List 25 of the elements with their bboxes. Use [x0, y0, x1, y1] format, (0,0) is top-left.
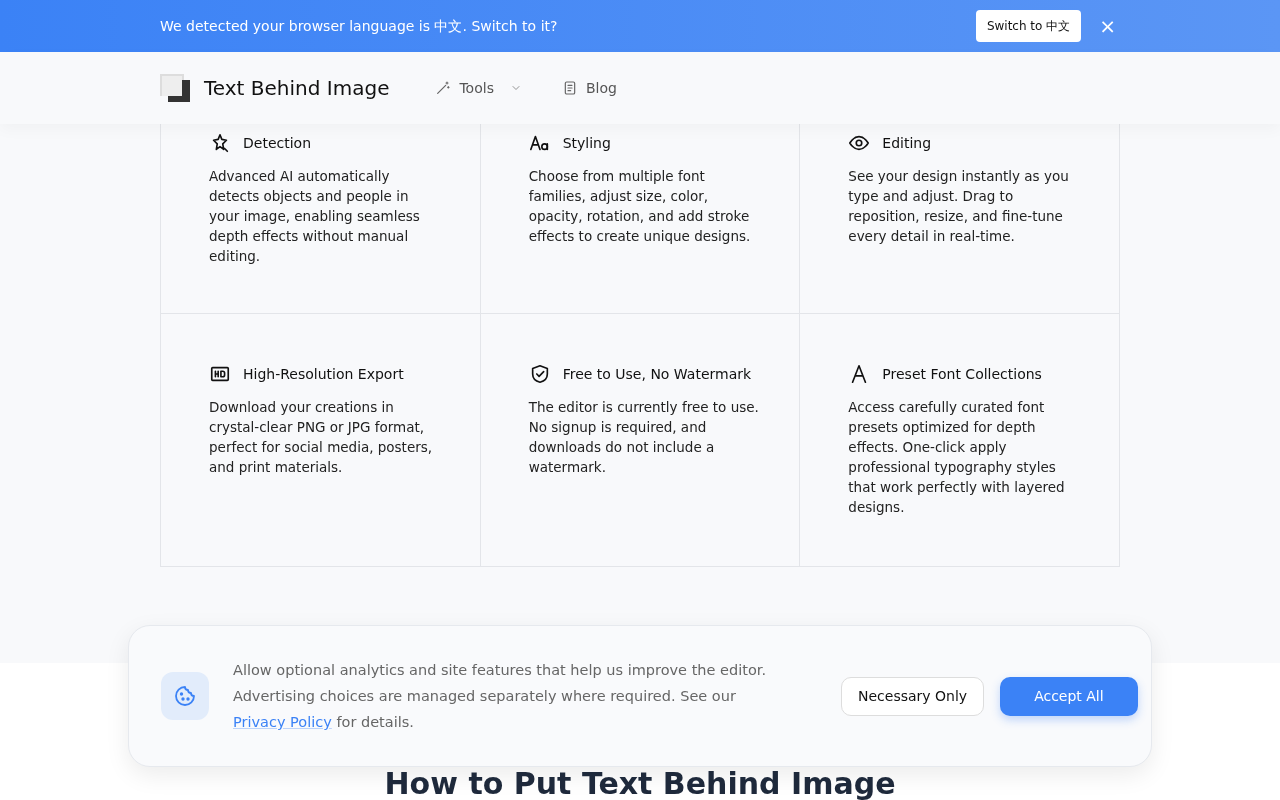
- cookie-icon: [173, 684, 197, 708]
- banner-message: We detected your browser language is 中文. Switch to it?: [160, 16, 559, 36]
- feature-description: Access carefully curated font presets optimized for depth effects. One-click apply professional typography styles that work perfectly with layered designs.: [848, 398, 1066, 517]
- feature-description: See your design instantly as you type and adjust. Drag to reposition, resize, and fine-tune every detail in real-time.: [848, 167, 1070, 246]
- accept-all-button[interactable]: Accept All: [1000, 676, 1138, 716]
- switch-language-button[interactable]: Switch to 中文: [975, 10, 1082, 42]
- wand-icon: [435, 80, 452, 96]
- tools-dropdown[interactable]: Tools: [435, 77, 522, 99]
- feature-title: Free to Use, No Watermark: [562, 364, 752, 384]
- blog-link[interactable]: Blog: [561, 77, 617, 99]
- feature-title: High-Resolution Export: [243, 364, 404, 384]
- feature-description: Choose from multiple font families, adjust size, color, opacity, rotation, and add stroke effects to create unique designs.: [528, 167, 752, 246]
- brand-name[interactable]: Text Behind Image: [204, 73, 390, 103]
- feature-title: Editing: [882, 133, 932, 153]
- necessary-only-button[interactable]: Necessary Only: [841, 676, 985, 716]
- section-heading: How to Put Text Behind Image: [383, 768, 897, 800]
- feature-title: Preset Font Collections: [882, 364, 1042, 384]
- feature-title: Detection: [243, 133, 311, 153]
- cookie-message: Allow optional analytics and site features that help us improve the editor. Advertising choices are managed separately where required. See our Privacy Policy for details.: [233, 661, 767, 732]
- feature-title: Styling: [562, 133, 611, 153]
- logo-icon[interactable]: [160, 74, 190, 102]
- privacy-policy-link[interactable]: Privacy Policy: [233, 714, 332, 730]
- feature-description: Download your creations in crystal-clear PNG or JPG format, perfect for social media, posters, and print materials.: [209, 398, 434, 477]
- feature-description: Advanced AI automatically detects objects and people in your image, enabling seamless depth effects without manual editing.: [209, 167, 421, 266]
- feature-description: The editor is currently free to use. No signup is required, and downloads do not include a watermark.: [528, 398, 760, 477]
